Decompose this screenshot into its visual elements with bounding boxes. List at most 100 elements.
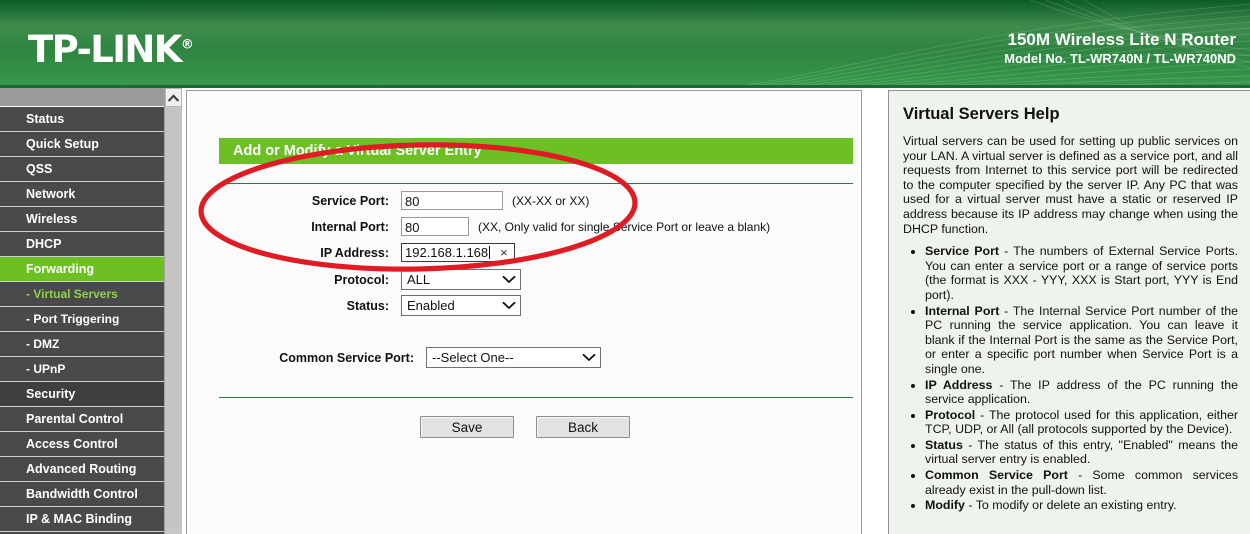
- help-intro: Virtual servers can be used for setting …: [903, 134, 1238, 236]
- protocol-label: Protocol:: [334, 272, 389, 287]
- internal-port-label: Internal Port:: [311, 219, 389, 234]
- sidebar-item-label: Quick Setup: [26, 137, 99, 151]
- sidebar-item-forwarding[interactable]: Forwarding: [0, 257, 164, 282]
- pane-gap: [862, 90, 888, 534]
- help-term: Modify: [925, 498, 965, 513]
- help-term: IP Address: [925, 377, 993, 392]
- sidebar-item-label: - Virtual Servers: [26, 287, 118, 301]
- back-button[interactable]: Back: [536, 416, 630, 438]
- sidebar-item-label: Network: [26, 187, 76, 201]
- save-button[interactable]: Save: [420, 416, 514, 438]
- help-term: Service Port: [925, 244, 1000, 259]
- tplink-logo: TP-LINK®: [28, 28, 194, 71]
- help-term: Common Service Port: [925, 468, 1068, 483]
- internal-port-input[interactable]: 80: [401, 217, 469, 236]
- service-port-label: Service Port:: [311, 193, 389, 208]
- help-bullet-item: Internal Port - The Internal Service Por…: [925, 304, 1238, 377]
- product-info: 150M Wireless Lite N Router Model No. TL…: [1004, 30, 1236, 67]
- sidebar-item-quick-setup[interactable]: Quick Setup: [0, 132, 164, 157]
- chevron-down-icon: [502, 301, 516, 309]
- section-title: Add or Modify a Virtual Server Entry: [233, 143, 482, 159]
- sidebar-item-label: Parental Control: [26, 412, 124, 426]
- clear-input-icon[interactable]: ×: [500, 243, 508, 262]
- sidebar-item-label: Bandwidth Control: [26, 487, 138, 501]
- sidebar-item-dmz[interactable]: - DMZ: [0, 332, 164, 357]
- sidebar-item-label: Wireless: [26, 212, 78, 226]
- sidebar-top-spacer: [0, 88, 164, 107]
- sidebar-item-label: IP & MAC Binding: [26, 512, 133, 526]
- field-row-protocol: Protocol: ALL: [219, 269, 521, 290]
- help-bullet-item: Protocol - The protocol used for this ap…: [925, 408, 1238, 437]
- common-service-port-select[interactable]: --Select One--: [426, 347, 601, 368]
- product-name: 150M Wireless Lite N Router: [1007, 30, 1236, 49]
- main-content-pane: Add or Modify a Virtual Server Entry Ser…: [186, 90, 862, 534]
- sidebar-nav: Status Quick Setup QSS Network Wireless …: [0, 88, 164, 534]
- page-scrollbar[interactable]: [164, 88, 182, 534]
- help-bullet-item: Modify - To modify or delete an existing…: [925, 498, 1238, 513]
- field-row-service-port: Service Port: 80 (XX-XX or XX): [219, 191, 589, 210]
- sidebar-item-label: - UPnP: [26, 362, 66, 376]
- sidebar-item-label: Access Control: [26, 437, 118, 451]
- sidebar-item-advanced-routing[interactable]: Advanced Routing: [0, 457, 164, 482]
- help-bullet-item: Common Service Port - Some common servic…: [925, 468, 1238, 497]
- sidebar-item-label: Forwarding: [26, 262, 95, 276]
- sidebar-item-parental-control[interactable]: Parental Control: [0, 407, 164, 432]
- ip-address-value: 192.168.1.168: [405, 245, 489, 260]
- internal-port-hint: (XX, Only valid for single Service Port …: [478, 219, 771, 234]
- scrollbar-thumb[interactable]: [166, 108, 182, 528]
- help-term: Internal Port: [925, 303, 1000, 318]
- sidebar-item-status[interactable]: Status: [0, 107, 164, 132]
- help-title: Virtual Servers Help: [903, 105, 1060, 123]
- sidebar-item-security[interactable]: Security: [0, 382, 164, 407]
- model-number: Model No. TL-WR740N / TL-WR740ND: [1004, 51, 1236, 66]
- sidebar-item-wireless[interactable]: Wireless: [0, 207, 164, 232]
- sidebar-item-virtual-servers[interactable]: - Virtual Servers: [0, 282, 164, 307]
- header-underline: [0, 85, 1250, 88]
- service-port-value: 80: [405, 194, 420, 209]
- help-bullet-item: Status - The status of this entry, "Enab…: [925, 438, 1238, 467]
- help-text: - To modify or delete an existing entry.: [964, 498, 1177, 513]
- field-row-common-service-port: Common Service Port: --Select One--: [219, 347, 601, 368]
- help-text: - The status of this entry, "Enabled" me…: [925, 437, 1238, 467]
- registered-mark-icon: ®: [180, 37, 194, 53]
- chevron-up-icon: [168, 94, 179, 101]
- sidebar-item-access-control[interactable]: Access Control: [0, 432, 164, 457]
- app-header: TP-LINK® 150M Wireless Lite N Router Mod…: [0, 0, 1250, 88]
- sidebar-item-label: QSS: [26, 162, 53, 176]
- sidebar-item-network[interactable]: Network: [0, 182, 164, 207]
- service-port-input[interactable]: 80: [401, 191, 503, 210]
- field-row-ip-address: IP Address: 192.168.1.168 ×: [219, 243, 515, 262]
- help-term: Status: [925, 437, 963, 452]
- ip-address-label: IP Address:: [320, 245, 389, 260]
- field-row-status: Status: Enabled: [219, 295, 521, 316]
- section-title-bar: Add or Modify a Virtual Server Entry: [219, 138, 853, 164]
- protocol-select[interactable]: ALL: [401, 269, 521, 290]
- common-service-port-value: --Select One--: [432, 350, 514, 365]
- chevron-down-icon: [582, 353, 596, 361]
- protocol-value: ALL: [407, 272, 431, 287]
- sidebar-item-bandwidth-control[interactable]: Bandwidth Control: [0, 482, 164, 507]
- help-term: Protocol: [925, 407, 976, 422]
- sidebar-item-upnp[interactable]: - UPnP: [0, 357, 164, 382]
- help-bullet-list: Service Port - The numbers of External S…: [903, 244, 1238, 513]
- sidebar-item-label: Advanced Routing: [26, 462, 137, 476]
- sidebar-item-label: - Port Triggering: [26, 312, 120, 326]
- status-label: Status:: [346, 298, 389, 313]
- form-button-row: Save Back: [187, 416, 863, 438]
- sidebar-item-label: - DMZ: [26, 337, 60, 351]
- internal-port-value: 80: [405, 220, 420, 235]
- help-bullet-item: IP Address - The IP address of the PC ru…: [925, 378, 1238, 407]
- service-port-hint: (XX-XX or XX): [512, 193, 590, 208]
- sidebar-item-label: DHCP: [26, 237, 62, 251]
- sidebar-item-qss[interactable]: QSS: [0, 157, 164, 182]
- logo-text: TP-LINK: [28, 28, 182, 71]
- status-select[interactable]: Enabled: [401, 295, 521, 316]
- sidebar-item-port-triggering[interactable]: - Port Triggering: [0, 307, 164, 332]
- ip-address-input[interactable]: 192.168.1.168 ×: [401, 243, 515, 262]
- sidebar-item-label: Status: [26, 112, 65, 126]
- scroll-up-button[interactable]: [165, 88, 182, 107]
- divider-bottom: [219, 397, 853, 398]
- sidebar-item-dhcp[interactable]: DHCP: [0, 232, 164, 257]
- sidebar-item-ip-mac-binding[interactable]: IP & MAC Binding: [0, 507, 164, 532]
- help-bullet-item: Service Port - The numbers of External S…: [925, 244, 1238, 302]
